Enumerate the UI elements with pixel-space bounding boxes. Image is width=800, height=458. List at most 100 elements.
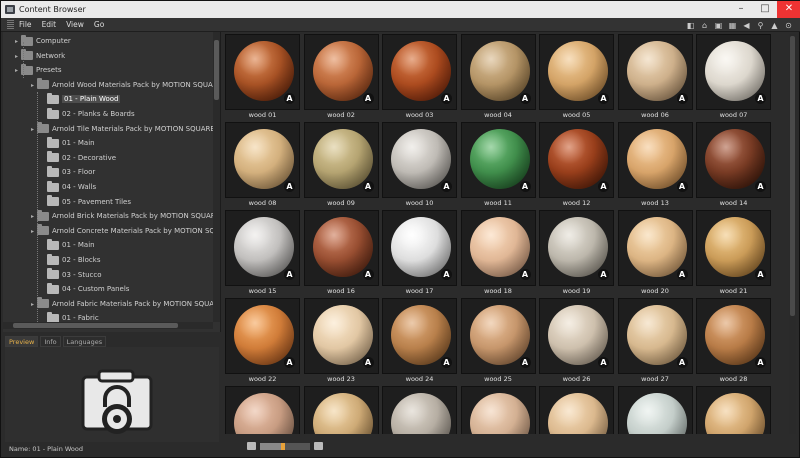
material-tile[interactable]: Awood 13 bbox=[617, 122, 693, 209]
material-tile[interactable]: Awood 23 bbox=[303, 298, 379, 385]
scrollbar-thumb[interactable] bbox=[13, 323, 178, 328]
material-thumbnail[interactable]: A bbox=[303, 298, 379, 374]
material-thumbnail[interactable]: A bbox=[460, 34, 536, 110]
view-mode-icon[interactable]: ▦ bbox=[728, 21, 737, 30]
material-thumbnail[interactable]: A bbox=[225, 386, 300, 434]
material-tile[interactable]: Awood 11 bbox=[460, 122, 536, 209]
menu-file[interactable]: File bbox=[19, 20, 32, 29]
menu-go[interactable]: Go bbox=[94, 20, 104, 29]
pin-icon[interactable]: ⊙ bbox=[784, 21, 793, 30]
material-thumbnail[interactable]: A bbox=[303, 210, 379, 286]
material-thumbnail[interactable]: A bbox=[696, 210, 771, 286]
material-thumbnail[interactable]: A bbox=[539, 298, 614, 374]
menu-view[interactable]: View bbox=[66, 20, 84, 29]
scrollbar-thumb[interactable] bbox=[214, 40, 219, 100]
small-thumbnail-icon[interactable] bbox=[247, 442, 256, 450]
tree-item[interactable]: 02 - Planks & Boards bbox=[41, 107, 135, 121]
material-thumbnail[interactable]: A bbox=[617, 34, 693, 110]
material-tile[interactable]: Awood 10 bbox=[382, 122, 457, 209]
grip-icon[interactable] bbox=[7, 20, 14, 29]
layout-icon[interactable]: ◧ bbox=[686, 21, 695, 30]
material-tile[interactable]: A bbox=[617, 386, 693, 434]
tree-item[interactable]: 02 - Decorative bbox=[41, 151, 116, 165]
material-tile[interactable]: Awood 05 bbox=[539, 34, 614, 121]
navigate-icon[interactable]: ▲ bbox=[770, 21, 779, 30]
material-tile[interactable]: Awood 07 bbox=[696, 34, 771, 121]
tree-item[interactable]: ▸ Arnold Fabric Materials Pack by MOTION … bbox=[31, 297, 220, 311]
material-thumbnail[interactable]: A bbox=[617, 298, 693, 374]
material-tile[interactable]: Awood 24 bbox=[382, 298, 457, 385]
material-tile[interactable]: Awood 18 bbox=[460, 210, 536, 297]
tree-item[interactable]: ▸ Presets bbox=[15, 63, 61, 77]
catalog-icon[interactable]: ▣ bbox=[714, 21, 723, 30]
tree-item[interactable]: 01 - Main bbox=[41, 238, 95, 252]
tree-vertical-scrollbar[interactable] bbox=[213, 32, 220, 322]
material-thumbnail[interactable]: A bbox=[539, 386, 614, 434]
material-tile[interactable]: Awood 20 bbox=[617, 210, 693, 297]
material-tile[interactable]: Awood 25 bbox=[460, 298, 536, 385]
material-thumbnail[interactable]: A bbox=[696, 298, 771, 374]
material-tile[interactable]: Awood 17 bbox=[382, 210, 457, 297]
material-thumbnail[interactable]: A bbox=[382, 298, 457, 374]
tab-info[interactable]: Info bbox=[40, 336, 61, 347]
material-tile[interactable]: Awood 21 bbox=[696, 210, 771, 297]
menu-edit[interactable]: Edit bbox=[42, 20, 57, 29]
scrollbar-thumb[interactable] bbox=[790, 36, 795, 316]
tree-item[interactable]: 03 - Floor bbox=[41, 165, 95, 179]
material-tile[interactable]: Awood 28 bbox=[696, 298, 771, 385]
tab-preview[interactable]: Preview bbox=[5, 336, 39, 347]
material-thumbnail[interactable]: A bbox=[460, 210, 536, 286]
material-thumbnail[interactable]: A bbox=[303, 34, 379, 110]
material-thumbnail[interactable]: A bbox=[382, 386, 457, 434]
home-icon[interactable]: ⌂ bbox=[700, 21, 709, 30]
material-thumbnail[interactable]: A bbox=[617, 210, 693, 286]
close-button[interactable]: ✕ bbox=[777, 1, 800, 18]
tree-item[interactable]: ▸ Arnold Tile Materials Pack by MOTION SQ… bbox=[31, 122, 220, 136]
material-tile[interactable]: A bbox=[382, 386, 457, 434]
material-tile[interactable]: Awood 03 bbox=[382, 34, 457, 121]
tree-item[interactable]: ▸ Arnold Wood Materials Pack by MOTION SQ… bbox=[31, 78, 220, 92]
material-tile[interactable]: Awood 15 bbox=[225, 210, 300, 297]
search-icon[interactable]: ⚲ bbox=[756, 21, 765, 30]
tree-item[interactable]: 01 - Plain Wood bbox=[41, 92, 121, 106]
material-tile[interactable]: Awood 19 bbox=[539, 210, 614, 297]
material-tile[interactable]: Awood 04 bbox=[460, 34, 536, 121]
material-thumbnail[interactable]: A bbox=[225, 122, 300, 198]
material-tile[interactable]: Awood 16 bbox=[303, 210, 379, 297]
tree-item[interactable]: 03 - Stucco bbox=[41, 268, 102, 282]
material-tile[interactable]: Awood 26 bbox=[539, 298, 614, 385]
tree-item[interactable]: ▸ Arnold Concrete Materials Pack by MOTIO… bbox=[31, 224, 220, 238]
material-thumbnail[interactable]: A bbox=[696, 386, 771, 434]
material-thumbnail[interactable]: A bbox=[382, 34, 457, 110]
material-thumbnail[interactable]: A bbox=[460, 122, 536, 198]
zoom-slider[interactable] bbox=[260, 442, 310, 450]
material-tile[interactable]: A bbox=[539, 386, 614, 434]
material-thumbnail[interactable]: A bbox=[225, 34, 300, 110]
material-thumbnail[interactable]: A bbox=[303, 122, 379, 198]
material-thumbnail[interactable]: A bbox=[303, 386, 379, 434]
large-thumbnail-icon[interactable] bbox=[314, 442, 323, 450]
tree-item[interactable]: 04 - Custom Panels bbox=[41, 282, 129, 296]
material-tile[interactable]: Awood 09 bbox=[303, 122, 379, 209]
material-thumbnail[interactable]: A bbox=[382, 210, 457, 286]
material-tile[interactable]: A bbox=[303, 386, 379, 434]
material-thumbnail[interactable]: A bbox=[539, 34, 614, 110]
material-thumbnail[interactable]: A bbox=[696, 34, 771, 110]
material-tile[interactable]: Awood 08 bbox=[225, 122, 300, 209]
material-thumbnail[interactable]: A bbox=[696, 122, 771, 198]
back-arrow-icon[interactable]: ◀ bbox=[742, 21, 751, 30]
material-tile[interactable]: Awood 27 bbox=[617, 298, 693, 385]
material-tile[interactable]: Awood 02 bbox=[303, 34, 379, 121]
maximize-button[interactable]: □ bbox=[753, 1, 777, 18]
material-thumbnail[interactable]: A bbox=[617, 122, 693, 198]
grid-vertical-scrollbar[interactable] bbox=[789, 34, 796, 434]
tree-item[interactable]: ▸ Arnold Brick Materials Pack by MOTION S… bbox=[31, 209, 220, 223]
material-tile[interactable]: Awood 22 bbox=[225, 298, 300, 385]
material-thumbnail[interactable]: A bbox=[460, 386, 536, 434]
material-thumbnail[interactable]: A bbox=[617, 386, 693, 434]
material-thumbnail[interactable]: A bbox=[225, 298, 300, 374]
material-thumbnail[interactable]: A bbox=[382, 122, 457, 198]
material-tile[interactable]: A bbox=[225, 386, 300, 434]
tree-item[interactable]: 02 - Blocks bbox=[41, 253, 100, 267]
material-tile[interactable]: Awood 12 bbox=[539, 122, 614, 209]
